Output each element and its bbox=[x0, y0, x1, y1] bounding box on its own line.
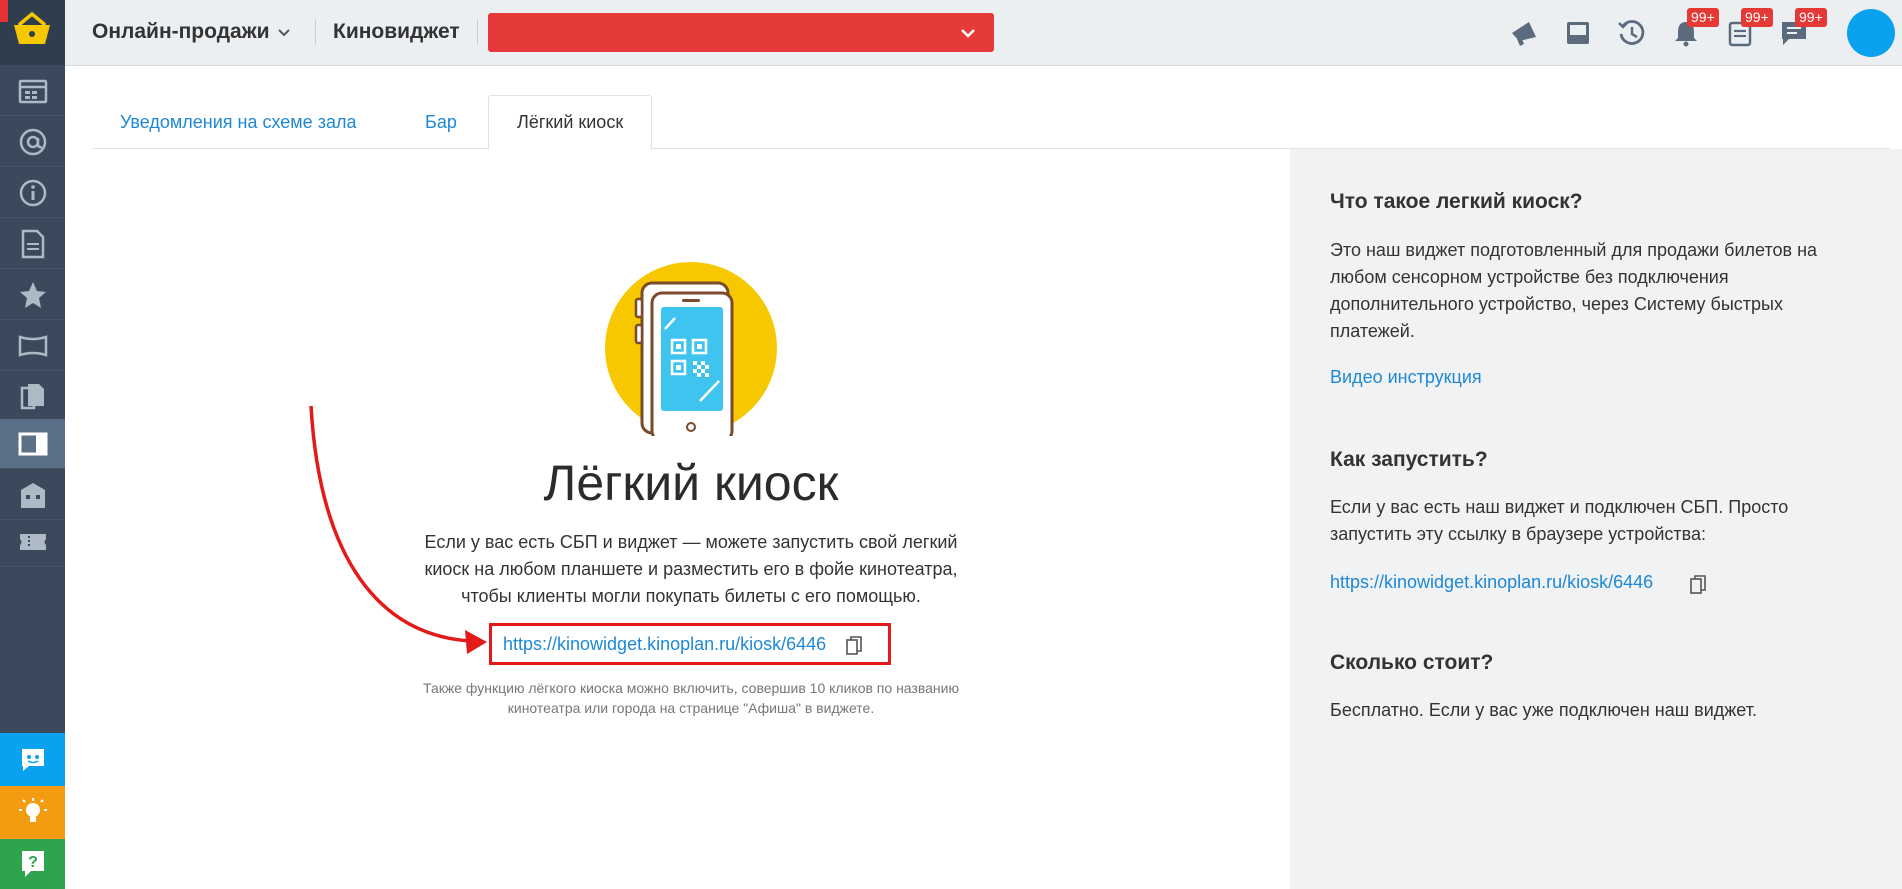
chat-button[interactable] bbox=[0, 733, 65, 786]
avatar[interactable] bbox=[1847, 9, 1895, 57]
star-icon bbox=[19, 281, 46, 308]
sidebar-item-copies[interactable] bbox=[0, 372, 65, 422]
video-instruction-link[interactable]: Видео инструкция bbox=[1330, 367, 1482, 388]
kiosk-description: Если у вас есть СБП и виджет — можете за… bbox=[424, 532, 958, 606]
section-dropdown[interactable]: Онлайн-продажи bbox=[92, 20, 292, 44]
inbox-icon bbox=[1567, 22, 1589, 44]
tab-hall-notifications[interactable]: Уведомления на схеме зала bbox=[92, 95, 384, 149]
notifications-button[interactable]: 99+ bbox=[1669, 8, 1719, 50]
megaphone-icon bbox=[1512, 22, 1536, 46]
header-divider bbox=[315, 19, 316, 45]
header-divider bbox=[477, 19, 478, 45]
kiosk-note: Также функцию лёгкого киоска можно включ… bbox=[423, 680, 959, 716]
help-button[interactable]: ? bbox=[0, 839, 65, 889]
messages-button[interactable]: 99+ bbox=[1777, 8, 1827, 50]
copy-link-icon[interactable] bbox=[1690, 575, 1706, 595]
sidebar: ? bbox=[0, 0, 65, 889]
copy-icon bbox=[20, 383, 44, 409]
section-title: Онлайн-продажи bbox=[92, 20, 270, 43]
notifications-badge: 99+ bbox=[1687, 8, 1719, 27]
top-header: Онлайн-продажи Киновиджет 99+ 99+ 99+ bbox=[65, 0, 1902, 66]
basket-logo-icon bbox=[14, 11, 50, 44]
info-icon bbox=[19, 179, 46, 206]
sidebar-item-favorites[interactable] bbox=[0, 270, 65, 320]
document-icon bbox=[21, 229, 44, 258]
tab-light-kiosk[interactable]: Лёгкий киоск bbox=[488, 95, 653, 150]
lightbulb-icon bbox=[18, 797, 47, 822]
ideas-button[interactable] bbox=[0, 786, 65, 839]
sidebar-item-documents[interactable] bbox=[0, 219, 65, 269]
cinema-select[interactable] bbox=[488, 13, 994, 52]
chat-icon bbox=[21, 748, 44, 771]
tab-bar: Уведомления на схеме зала Бар Лёгкий кио… bbox=[92, 95, 1890, 150]
info-panel: Что такое легкий киоск? Это наш виджет п… bbox=[1290, 149, 1902, 889]
faq-question-what: Что такое легкий киоск? bbox=[1330, 190, 1583, 213]
tab-bar-menu[interactable]: Бар bbox=[397, 95, 485, 149]
messages-badge: 99+ bbox=[1795, 8, 1827, 27]
kiosk-link-secondary[interactable]: https://kinowidget.kinoplan.ru/kiosk/644… bbox=[1330, 572, 1653, 593]
tickets-icon bbox=[19, 533, 46, 550]
logo-accent bbox=[0, 0, 8, 22]
copy-link-icon[interactable] bbox=[846, 636, 863, 656]
sidebar-item-tickets[interactable] bbox=[0, 517, 65, 567]
kiosk-title: Лёгкий киоск bbox=[543, 455, 839, 511]
kiosk-link[interactable]: https://kinowidget.kinoplan.ru/kiosk/644… bbox=[503, 634, 826, 655]
chevron-down-icon bbox=[277, 29, 290, 37]
kiosk-link-box: https://kinowidget.kinoplan.ru/kiosk/644… bbox=[489, 623, 891, 665]
sidebar-item-info[interactable] bbox=[0, 168, 65, 218]
faq-question-price: Сколько стоит? bbox=[1330, 651, 1494, 674]
tasks-badge: 99+ bbox=[1741, 8, 1773, 27]
svg-text:?: ? bbox=[28, 854, 38, 871]
logo[interactable] bbox=[0, 0, 65, 65]
widget-icon bbox=[18, 432, 47, 455]
calendar-icon bbox=[18, 79, 47, 103]
sidebar-item-hall[interactable] bbox=[0, 321, 65, 371]
faq-answer-price: Бесплатно. Если у вас уже подключен наш … bbox=[1330, 700, 1757, 720]
map-icon bbox=[18, 334, 47, 357]
tasks-button[interactable]: 99+ bbox=[1723, 8, 1773, 50]
sidebar-item-schedule[interactable] bbox=[0, 66, 65, 116]
product-title: Киновиджет bbox=[333, 20, 460, 43]
at-icon bbox=[19, 128, 46, 155]
history-button[interactable] bbox=[1615, 16, 1649, 50]
chevron-down-icon bbox=[961, 28, 975, 38]
kiosk-phone-illustration bbox=[605, 262, 777, 436]
inbox-button[interactable] bbox=[1561, 16, 1595, 50]
faq-question-how: Как запустить? bbox=[1330, 448, 1488, 471]
history-icon bbox=[1618, 20, 1645, 45]
sidebar-item-mail[interactable] bbox=[0, 117, 65, 167]
faq-answer-what: Это наш виджет подготовленный для продаж… bbox=[1330, 240, 1818, 341]
megaphone-button[interactable] bbox=[1507, 16, 1541, 50]
faq-answer-how: Если у вас есть наш виджет и подключен С… bbox=[1330, 497, 1789, 544]
help-icon: ? bbox=[21, 851, 44, 877]
